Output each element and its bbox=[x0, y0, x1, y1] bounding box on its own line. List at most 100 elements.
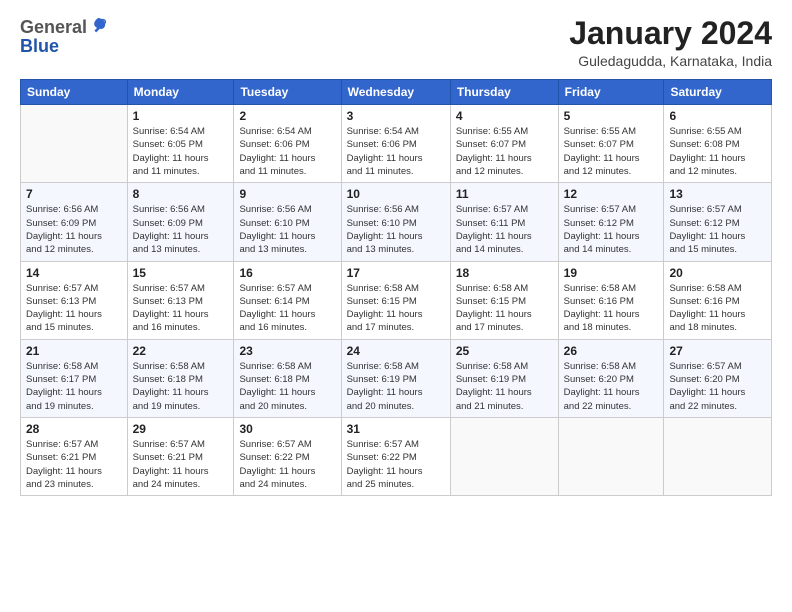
calendar-cell: 14Sunrise: 6:57 AM Sunset: 6:13 PM Dayli… bbox=[21, 261, 128, 339]
day-number: 9 bbox=[239, 187, 335, 201]
day-number: 3 bbox=[347, 109, 445, 123]
calendar-header-row: SundayMondayTuesdayWednesdayThursdayFrid… bbox=[21, 80, 772, 105]
day-number: 31 bbox=[347, 422, 445, 436]
calendar-cell bbox=[558, 417, 664, 495]
calendar-table: SundayMondayTuesdayWednesdayThursdayFrid… bbox=[20, 79, 772, 496]
day-number: 16 bbox=[239, 266, 335, 280]
calendar-cell: 23 Sunrise: 6:58 AM Sunset: 6:18 PM Dayli… bbox=[234, 339, 341, 417]
calendar-cell: 16 Sunrise: 6:57 AM Sunset: 6:14 PM Dayli… bbox=[234, 261, 341, 339]
title-block: January 2024 Guledagudda, Karnataka, Ind… bbox=[569, 16, 772, 69]
day-number: 24 bbox=[347, 344, 445, 358]
calendar-cell: 13Sunrise: 6:57 AM Sunset: 6:12 PM Dayli… bbox=[664, 183, 772, 261]
day-detail: Sunrise: 6:58 AM Sunset: 6:17 PM Dayligh… bbox=[26, 360, 122, 413]
calendar-cell: 7Sunrise: 6:56 AM Sunset: 6:09 PM Daylig… bbox=[21, 183, 128, 261]
calendar-cell: 15 Sunrise: 6:57 AM Sunset: 6:13 PM Dayli… bbox=[127, 261, 234, 339]
day-number: 6 bbox=[669, 109, 766, 123]
day-detail: Sunrise: 6:56 AM Sunset: 6:09 PM Dayligh… bbox=[133, 203, 229, 256]
calendar-cell: 6Sunrise: 6:55 AM Sunset: 6:08 PM Daylig… bbox=[664, 105, 772, 183]
day-detail: Sunrise: 6:56 AM Sunset: 6:09 PM Dayligh… bbox=[26, 203, 122, 256]
calendar-cell: 5 Sunrise: 6:55 AM Sunset: 6:07 PM Daylig… bbox=[558, 105, 664, 183]
day-number: 25 bbox=[456, 344, 553, 358]
day-of-week-header: Friday bbox=[558, 80, 664, 105]
day-detail: Sunrise: 6:57 AM Sunset: 6:11 PM Dayligh… bbox=[456, 203, 553, 256]
day-number: 29 bbox=[133, 422, 229, 436]
day-of-week-header: Monday bbox=[127, 80, 234, 105]
calendar-week-row: 1 Sunrise: 6:54 AM Sunset: 6:05 PM Daylig… bbox=[21, 105, 772, 183]
day-detail: Sunrise: 6:57 AM Sunset: 6:21 PM Dayligh… bbox=[133, 438, 229, 491]
day-number: 5 bbox=[564, 109, 659, 123]
month-title: January 2024 bbox=[569, 16, 772, 51]
calendar-cell: 22Sunrise: 6:58 AM Sunset: 6:18 PM Dayli… bbox=[127, 339, 234, 417]
calendar-week-row: 21 Sunrise: 6:58 AM Sunset: 6:17 PM Dayli… bbox=[21, 339, 772, 417]
day-detail: Sunrise: 6:58 AM Sunset: 6:15 PM Dayligh… bbox=[456, 282, 553, 335]
calendar-cell: 20 Sunrise: 6:58 AM Sunset: 6:16 PM Dayli… bbox=[664, 261, 772, 339]
calendar-cell bbox=[450, 417, 558, 495]
logo-blue: Blue bbox=[20, 36, 107, 57]
calendar-cell: 3 Sunrise: 6:54 AM Sunset: 6:06 PM Daylig… bbox=[341, 105, 450, 183]
day-detail: Sunrise: 6:57 AM Sunset: 6:13 PM Dayligh… bbox=[133, 282, 229, 335]
day-detail: Sunrise: 6:58 AM Sunset: 6:18 PM Dayligh… bbox=[239, 360, 335, 413]
day-detail: Sunrise: 6:58 AM Sunset: 6:20 PM Dayligh… bbox=[564, 360, 659, 413]
day-detail: Sunrise: 6:54 AM Sunset: 6:06 PM Dayligh… bbox=[239, 125, 335, 178]
day-of-week-header: Sunday bbox=[21, 80, 128, 105]
page: General Blue January 2024 Guledagudda, K… bbox=[0, 0, 792, 612]
calendar-cell: 29 Sunrise: 6:57 AM Sunset: 6:21 PM Dayli… bbox=[127, 417, 234, 495]
calendar-cell: 26 Sunrise: 6:58 AM Sunset: 6:20 PM Dayli… bbox=[558, 339, 664, 417]
calendar-cell: 30Sunrise: 6:57 AM Sunset: 6:22 PM Dayli… bbox=[234, 417, 341, 495]
day-detail: Sunrise: 6:58 AM Sunset: 6:16 PM Dayligh… bbox=[669, 282, 766, 335]
day-number: 23 bbox=[239, 344, 335, 358]
logo-bird-icon bbox=[89, 16, 107, 38]
calendar-week-row: 7Sunrise: 6:56 AM Sunset: 6:09 PM Daylig… bbox=[21, 183, 772, 261]
day-number: 1 bbox=[133, 109, 229, 123]
calendar-cell: 1 Sunrise: 6:54 AM Sunset: 6:05 PM Daylig… bbox=[127, 105, 234, 183]
calendar-cell bbox=[21, 105, 128, 183]
calendar-cell bbox=[664, 417, 772, 495]
day-number: 11 bbox=[456, 187, 553, 201]
calendar-cell: 2Sunrise: 6:54 AM Sunset: 6:06 PM Daylig… bbox=[234, 105, 341, 183]
calendar-cell: 31 Sunrise: 6:57 AM Sunset: 6:22 PM Dayli… bbox=[341, 417, 450, 495]
day-detail: Sunrise: 6:57 AM Sunset: 6:12 PM Dayligh… bbox=[564, 203, 659, 256]
day-detail: Sunrise: 6:58 AM Sunset: 6:15 PM Dayligh… bbox=[347, 282, 445, 335]
day-detail: Sunrise: 6:58 AM Sunset: 6:18 PM Dayligh… bbox=[133, 360, 229, 413]
day-detail: Sunrise: 6:57 AM Sunset: 6:21 PM Dayligh… bbox=[26, 438, 122, 491]
day-detail: Sunrise: 6:58 AM Sunset: 6:19 PM Dayligh… bbox=[347, 360, 445, 413]
calendar-week-row: 14 Sunrise: 6:57 AM Sunset: 6:13 PM Dayli… bbox=[21, 261, 772, 339]
calendar-cell: 24 Sunrise: 6:58 AM Sunset: 6:19 PM Dayli… bbox=[341, 339, 450, 417]
calendar-cell: 8 Sunrise: 6:56 AM Sunset: 6:09 PM Daylig… bbox=[127, 183, 234, 261]
day-number: 18 bbox=[456, 266, 553, 280]
day-detail: Sunrise: 6:55 AM Sunset: 6:07 PM Dayligh… bbox=[564, 125, 659, 178]
calendar-cell: 25Sunrise: 6:58 AM Sunset: 6:19 PM Dayli… bbox=[450, 339, 558, 417]
location: Guledagudda, Karnataka, India bbox=[569, 53, 772, 69]
day-of-week-header: Wednesday bbox=[341, 80, 450, 105]
day-number: 20 bbox=[669, 266, 766, 280]
day-number: 17 bbox=[347, 266, 445, 280]
day-detail: Sunrise: 6:54 AM Sunset: 6:05 PM Dayligh… bbox=[133, 125, 229, 178]
day-number: 26 bbox=[564, 344, 659, 358]
day-number: 30 bbox=[239, 422, 335, 436]
day-number: 8 bbox=[133, 187, 229, 201]
day-number: 21 bbox=[26, 344, 122, 358]
day-detail: Sunrise: 6:55 AM Sunset: 6:07 PM Dayligh… bbox=[456, 125, 553, 178]
calendar-cell: 21 Sunrise: 6:58 AM Sunset: 6:17 PM Dayli… bbox=[21, 339, 128, 417]
day-detail: Sunrise: 6:54 AM Sunset: 6:06 PM Dayligh… bbox=[347, 125, 445, 178]
calendar-cell: 28 Sunrise: 6:57 AM Sunset: 6:21 PM Dayli… bbox=[21, 417, 128, 495]
calendar-cell: 18 Sunrise: 6:58 AM Sunset: 6:15 PM Dayli… bbox=[450, 261, 558, 339]
logo: General Blue bbox=[20, 16, 107, 57]
day-number: 19 bbox=[564, 266, 659, 280]
day-of-week-header: Thursday bbox=[450, 80, 558, 105]
day-number: 15 bbox=[133, 266, 229, 280]
day-number: 12 bbox=[564, 187, 659, 201]
day-detail: Sunrise: 6:56 AM Sunset: 6:10 PM Dayligh… bbox=[239, 203, 335, 256]
day-detail: Sunrise: 6:57 AM Sunset: 6:22 PM Dayligh… bbox=[347, 438, 445, 491]
calendar-cell: 9 Sunrise: 6:56 AM Sunset: 6:10 PM Daylig… bbox=[234, 183, 341, 261]
day-number: 14 bbox=[26, 266, 122, 280]
day-of-week-header: Tuesday bbox=[234, 80, 341, 105]
calendar-cell: 12 Sunrise: 6:57 AM Sunset: 6:12 PM Dayli… bbox=[558, 183, 664, 261]
day-detail: Sunrise: 6:57 AM Sunset: 6:14 PM Dayligh… bbox=[239, 282, 335, 335]
day-of-week-header: Saturday bbox=[664, 80, 772, 105]
day-number: 28 bbox=[26, 422, 122, 436]
calendar-cell: 10Sunrise: 6:56 AM Sunset: 6:10 PM Dayli… bbox=[341, 183, 450, 261]
day-number: 10 bbox=[347, 187, 445, 201]
calendar-cell: 27Sunrise: 6:57 AM Sunset: 6:20 PM Dayli… bbox=[664, 339, 772, 417]
day-number: 4 bbox=[456, 109, 553, 123]
